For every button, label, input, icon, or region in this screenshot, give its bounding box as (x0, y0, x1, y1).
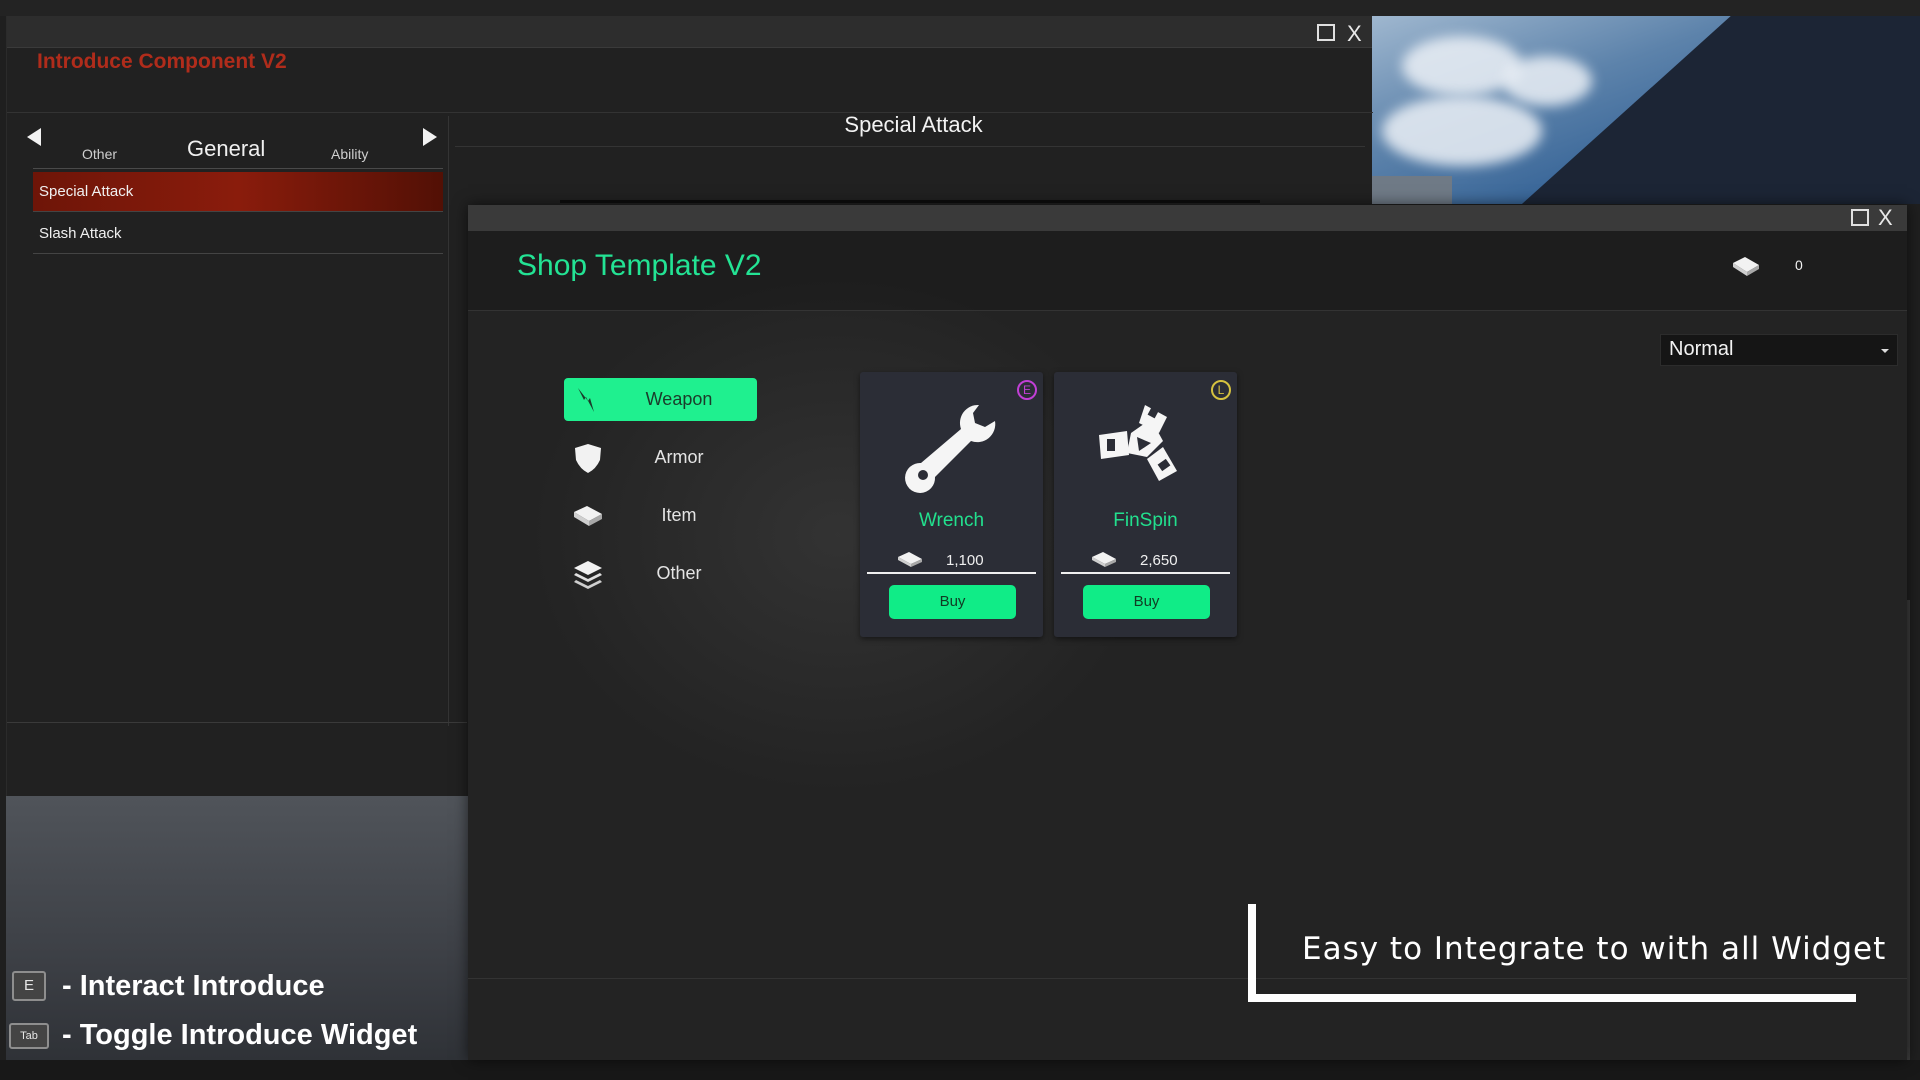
panel-bottom-divider (7, 722, 467, 723)
tab-next[interactable]: Ability (331, 146, 368, 162)
close-icon[interactable]: X (1878, 207, 1893, 229)
maximize-icon[interactable] (1317, 24, 1335, 41)
buy-button[interactable]: Buy (889, 585, 1016, 619)
detail-divider (455, 146, 1365, 147)
hint-toggle: - Toggle Introduce Widget (62, 1019, 418, 1051)
item-name: Wrench (918, 510, 985, 531)
introduce-titlebar[interactable]: X (7, 16, 1372, 48)
detail-title: Special Attack (844, 112, 983, 137)
game-viewport: X Introduce Component V2 Other General A… (0, 0, 1920, 1080)
price-divider (867, 572, 1036, 574)
item-name: FinSpin (1113, 510, 1178, 531)
category-label: Weapon (645, 389, 713, 409)
item-card-wrench[interactable]: E Wrench 1,100 Buy (860, 372, 1043, 637)
key-e-icon: E (12, 971, 46, 1001)
category-weapon[interactable]: Weapon (564, 378, 757, 421)
promo-text: Easy to Integrate to with all Widget (1302, 931, 1887, 967)
currency-value: 0 (1795, 257, 1803, 273)
currency-bar-icon (1733, 257, 1759, 276)
detail-bar (560, 200, 1260, 203)
category-label: Item (661, 505, 697, 525)
building-ledge (1372, 176, 1452, 204)
prev-tab-arrow-icon[interactable] (27, 128, 41, 146)
key-tab-icon: Tab (9, 1023, 49, 1049)
scene-top-edge (0, 0, 1920, 16)
rarity-badge: E (1017, 380, 1037, 400)
maximize-icon[interactable] (1851, 209, 1869, 226)
currency-bar-icon (574, 506, 602, 526)
chevron-down-icon (1881, 349, 1889, 353)
list-item-slash-attack[interactable]: Slash Attack (33, 214, 443, 254)
list-item-special-attack[interactable]: Special Attack (33, 172, 443, 212)
wrench-icon (905, 404, 996, 493)
tab-prev[interactable]: Other (82, 146, 117, 162)
sort-dropdown-value: Normal (1669, 338, 1734, 360)
stack-icon (574, 561, 602, 589)
shop-titlebar[interactable]: X (468, 205, 1907, 231)
weapon-icon (578, 388, 594, 412)
sort-dropdown[interactable]: Normal (1660, 334, 1898, 366)
next-tab-arrow-icon[interactable] (423, 128, 437, 146)
category-other[interactable]: Other (564, 552, 757, 595)
category-item[interactable]: Item (564, 494, 757, 537)
buy-button[interactable]: Buy (1083, 585, 1210, 619)
currency-bar-icon (1092, 552, 1116, 567)
ability-list-panel: Other General Ability Special Attack Sla… (19, 116, 449, 726)
item-card-finspin[interactable]: L FinSpin 2,650 Buy (1054, 372, 1237, 637)
shield-icon (575, 444, 601, 473)
tab-current[interactable]: General (187, 136, 265, 162)
price-divider (1061, 572, 1230, 574)
item-price: 1,100 (946, 552, 984, 569)
close-icon[interactable]: X (1347, 23, 1362, 45)
introduce-title: Introduce Component V2 (37, 50, 287, 73)
rarity-badge: L (1211, 380, 1231, 400)
currency-bar-icon (898, 552, 922, 567)
category-label: Other (656, 563, 702, 583)
sky-background (1372, 16, 1920, 204)
category-armor[interactable]: Armor (564, 436, 757, 479)
tab-underline (33, 168, 443, 169)
hint-interact: - Interact Introduce (62, 970, 325, 1002)
bottom-edge (0, 1060, 1920, 1080)
category-label: Armor (654, 447, 704, 467)
item-price: 2,650 (1140, 552, 1178, 569)
finspin-icon (1099, 405, 1177, 481)
